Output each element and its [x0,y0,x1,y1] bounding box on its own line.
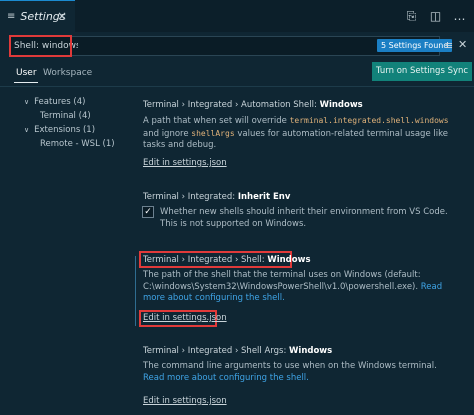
edit-in-settings-json-link[interactable]: Edit in settings.json [143,158,227,168]
clear-search-icon[interactable]: ✕ [458,38,467,51]
edit-in-settings-json-link[interactable]: Edit in settings.json [143,396,227,406]
edit-in-settings-json-link[interactable]: Edit in settings.json [143,313,227,323]
tree-item-label: Features (4) [34,97,86,107]
setting-title-automation-shell: Terminal › Integrated › Automation Shell… [143,100,363,110]
setting-description: The path of the shell that the terminal … [143,270,443,303]
setting-description: A path that when set will override termi… [143,116,449,150]
tree-item-terminal[interactable]: Terminal (4) [40,111,91,121]
open-settings-json-icon[interactable]: ⎘ [405,9,418,24]
divider [0,86,474,87]
focused-setting-indicator [135,256,136,326]
tab-user[interactable]: User [16,68,37,78]
tree-item-label: Remote - WSL (1) [40,139,115,149]
tree-item-features[interactable]: ∨ Features (4) [24,97,85,107]
read-more-link[interactable]: Read more about configuring the shell. [143,373,309,383]
active-tab-indicator [14,82,38,83]
setting-description: The command line arguments to use when o… [143,361,437,383]
setting-description: Whether new shells should inherit their … [160,207,448,229]
filter-icon[interactable]: ≡ [444,39,453,52]
settings-tab[interactable]: ≡ Settings × [0,0,75,32]
inherit-env-checkbox[interactable]: ✓ [142,206,154,218]
chevron-down-icon: ∨ [24,126,30,134]
split-editor-icon[interactable]: ◫ [429,9,442,24]
settings-list-icon: ≡ [7,11,16,22]
setting-title-shell-windows: Terminal › Integrated › Shell: Windows [143,255,311,265]
search-box [9,36,440,56]
chevron-down-icon: ∨ [24,98,30,106]
tree-item-label: Terminal (4) [40,111,91,121]
results-count-badge: 5 Settings Found [377,39,453,52]
setting-title-shell-args-windows: Terminal › Integrated › Shell Args: Wind… [143,346,333,356]
tab-workspace[interactable]: Workspace [43,68,92,78]
setting-title-inherit-env: Terminal › Integrated: Inherit Env [143,192,291,202]
tree-item-label: Extensions (1) [34,125,96,135]
tree-item-remote-wsl[interactable]: Remote - WSL (1) [40,139,115,149]
editor-tab-bar: ≡ Settings × ⎘ ◫ … [0,0,474,32]
turn-on-settings-sync-button[interactable]: Turn on Settings Sync [372,62,473,81]
tree-item-extensions[interactable]: ∨ Extensions (1) [24,125,95,135]
search-highlight-box [9,35,72,57]
close-icon[interactable]: × [57,9,67,23]
more-actions-icon[interactable]: … [453,9,466,24]
check-icon: ✓ [144,207,152,217]
editor-actions: ⎘ ◫ … [405,9,466,24]
